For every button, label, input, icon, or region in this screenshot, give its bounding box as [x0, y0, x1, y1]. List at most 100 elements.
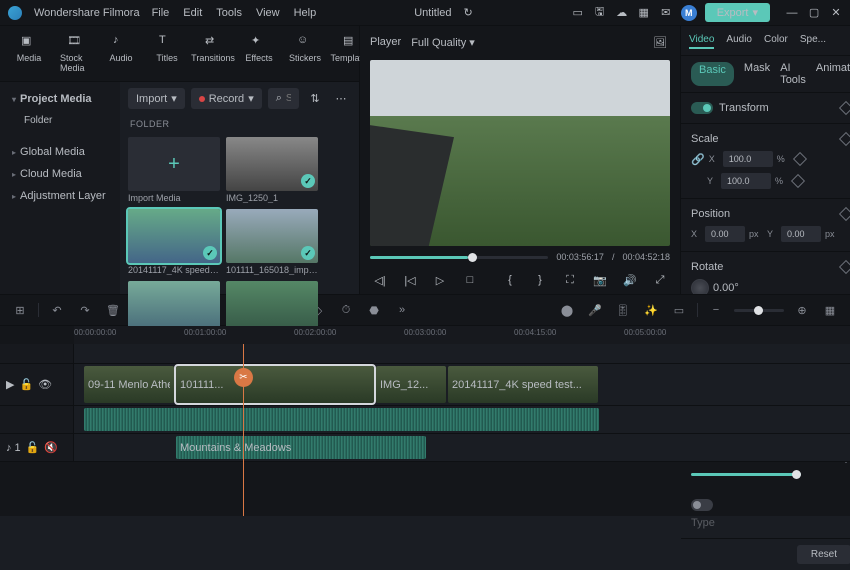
track-header[interactable] [0, 406, 74, 433]
sidebar-global-media[interactable]: ▸Global Media [0, 141, 120, 163]
zoom-slider[interactable] [734, 309, 784, 312]
clip[interactable]: 101111... [176, 366, 374, 403]
tab-media[interactable]: ▣Media [10, 32, 48, 75]
maximize-button[interactable]: ▢ [808, 7, 820, 19]
add-track-button[interactable]: ⊞ [10, 300, 30, 320]
clip[interactable]: 20141117_4K speed test... [448, 366, 598, 403]
screen-icon[interactable]: ▭ [571, 6, 585, 20]
menu-tools[interactable]: Tools [216, 7, 242, 19]
mark-in-button[interactable]: { [500, 270, 520, 290]
prop-tab-speed[interactable]: Spe... [800, 32, 826, 49]
scale-y-input[interactable] [721, 173, 771, 189]
delete-button[interactable]: 🗑 [103, 300, 123, 320]
filter-button[interactable]: ⇅ [305, 89, 325, 109]
user-avatar[interactable]: M [681, 5, 697, 21]
close-button[interactable]: ✕ [830, 7, 842, 19]
mute-icon[interactable]: 🔇 [44, 441, 58, 454]
redo-button[interactable]: ↷ [75, 300, 95, 320]
menu-help[interactable]: Help [294, 7, 317, 19]
step-back-button[interactable]: |◁ [400, 270, 420, 290]
grid-icon[interactable]: ▦ [637, 6, 651, 20]
audio-clip[interactable] [84, 408, 599, 431]
tab-effects[interactable]: ✦Effects [240, 32, 278, 75]
menu-edit[interactable]: Edit [183, 7, 202, 19]
zoom-in-button[interactable]: ⊕ [792, 300, 812, 320]
quality-dropdown[interactable]: Full Quality ▾ [411, 36, 475, 49]
keyframe-button[interactable] [839, 207, 850, 221]
keyframe-button[interactable] [839, 260, 850, 274]
pos-y-input[interactable] [781, 226, 821, 242]
menu-view[interactable]: View [256, 7, 280, 19]
pos-x-input[interactable] [705, 226, 745, 242]
thumb-item[interactable]: ✓20141117_4K speed test_00... [128, 209, 220, 275]
player-tab[interactable]: Player [370, 36, 401, 48]
keyframe-button[interactable] [839, 132, 850, 146]
render-button[interactable]: ▭ [669, 300, 689, 320]
clip[interactable]: 09-11 Menlo Atherton [84, 366, 174, 403]
tab-stock[interactable]: 🎞Stock Media [56, 32, 94, 75]
prev-button[interactable]: ◁| [370, 270, 390, 290]
preview-viewport[interactable] [370, 60, 670, 246]
menu-file[interactable]: File [152, 7, 170, 19]
audio-clip[interactable]: Mountains & Meadows [176, 436, 426, 459]
timeline-ruler[interactable]: 00:00:00:00 00:01:00:00 00:02:00:00 00:0… [74, 326, 850, 344]
tab-titles[interactable]: TTitles [148, 32, 186, 75]
mark-out-button[interactable]: } [530, 270, 550, 290]
sidebar-project-media[interactable]: ▾Project Media [0, 88, 120, 110]
playhead[interactable]: ✂ [243, 344, 244, 516]
marker-button[interactable]: ⬣ [364, 300, 384, 320]
snapshot-icon[interactable]: 📷 [590, 270, 610, 290]
tab-stickers[interactable]: ☺Stickers [286, 32, 324, 75]
subtab-anim[interactable]: Animat... [816, 62, 850, 86]
keyframe-button[interactable] [839, 101, 850, 115]
auto-button[interactable]: ✨ [641, 300, 661, 320]
voiceover-button[interactable]: ⬤ [557, 300, 577, 320]
tab-audio[interactable]: ♪Audio [102, 32, 140, 75]
subtab-mask[interactable]: Mask [744, 62, 770, 86]
sidebar-cloud-media[interactable]: ▸Cloud Media [0, 163, 120, 185]
prop-tab-video[interactable]: Video [689, 32, 714, 49]
subtab-basic[interactable]: Basic [691, 62, 734, 86]
thumb-item[interactable]: ✓101111_165018_import [226, 209, 318, 275]
import-dropdown[interactable]: Import▾ [128, 88, 185, 109]
cloud-sync-icon[interactable]: ↻ [464, 6, 473, 19]
minimize-button[interactable]: ― [786, 7, 798, 19]
fullscreen-button[interactable]: ⤢ [650, 270, 670, 290]
transform-toggle[interactable] [691, 102, 713, 114]
thumb-import[interactable]: +Import Media [128, 137, 220, 203]
zoom-fit-button[interactable]: ▦ [820, 300, 840, 320]
scale-x-input[interactable] [723, 151, 773, 167]
lock-icon[interactable]: 🔓 [19, 378, 33, 391]
speed-button[interactable]: ⏱ [336, 300, 356, 320]
stop-button[interactable]: □ [460, 270, 480, 290]
link-icon[interactable]: 🔗 [691, 153, 705, 166]
mixer-button[interactable]: 🎚 [613, 300, 633, 320]
lock-icon[interactable]: 🔓 [26, 441, 40, 454]
sidebar-folder[interactable]: Folder [0, 110, 120, 131]
record-dropdown[interactable]: Record▾ [191, 88, 262, 109]
prop-tab-color[interactable]: Color [764, 32, 788, 49]
undo-button[interactable]: ↶ [47, 300, 67, 320]
subtab-ai[interactable]: AI Tools [780, 62, 806, 86]
play-button[interactable]: ▷ [430, 270, 450, 290]
volume-button[interactable]: 🔊 [620, 270, 640, 290]
project-title[interactable]: Untitled [414, 7, 451, 19]
thumb-item[interactable]: ✓IMG_1250_1 [226, 137, 318, 203]
clip[interactable]: IMG_12... [376, 366, 446, 403]
export-button[interactable]: Export▾ [705, 3, 770, 22]
tab-transitions[interactable]: ⇄Transitions [194, 32, 232, 75]
scrub-slider[interactable] [370, 256, 548, 259]
search-input[interactable] [286, 93, 291, 104]
snapshot-button[interactable]: 🖼 [650, 32, 670, 52]
sidebar-adjustment-layer[interactable]: ▸Adjustment Layer [0, 185, 120, 207]
mic-button[interactable]: 🎤 [585, 300, 605, 320]
more-button[interactable]: ⋯ [331, 89, 351, 109]
search-field[interactable]: ⌕ [268, 88, 299, 109]
crop-button[interactable]: ⛶ [560, 270, 580, 290]
zoom-out-button[interactable]: − [706, 300, 726, 320]
keyframe-button[interactable] [793, 152, 807, 166]
track-header[interactable]: ▶🔓👁 [0, 364, 74, 405]
keyframe-button[interactable] [791, 174, 805, 188]
reset-button[interactable]: Reset [797, 545, 850, 564]
eye-icon[interactable]: 👁 [38, 378, 52, 391]
